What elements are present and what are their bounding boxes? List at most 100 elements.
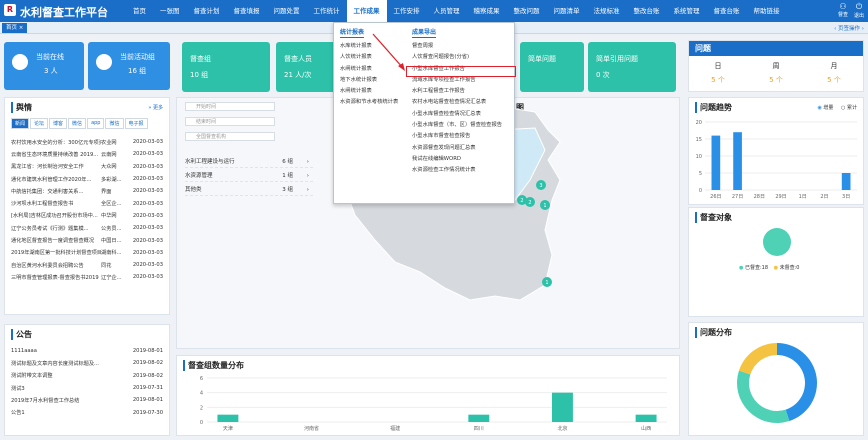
menu-item-col2[interactable]: 人饮督查问题报告(分省) <box>412 52 502 63</box>
flag-icon <box>96 54 112 70</box>
dist-xtick: 四川 <box>474 426 484 432</box>
nav-item-15[interactable]: 督查台账 <box>707 0 747 22</box>
tab-operations[interactable]: ‹ 页签操作 › <box>834 24 864 32</box>
menu-item-col1[interactable]: 人饮统计报表 <box>340 52 398 63</box>
news-item[interactable]: 云南省生态环境质量持续改善 2019... 云南网 2020-03-03 <box>11 148 163 160</box>
menu-item-col1[interactable]: 水闸统计报表 <box>340 86 398 97</box>
notice-title: 公告 <box>11 329 32 340</box>
news-tab[interactable]: 微信 <box>68 118 87 129</box>
news-item[interactable]: 通化市建筑水利管理工作2020年... 多彩湖... 2020-03-03 <box>11 173 163 185</box>
org-select[interactable]: 全国督查机构 <box>185 132 275 141</box>
trend-xtick: 29日 <box>775 194 786 200</box>
trend-legend: ◉ 增量 ○ 累计 <box>817 105 857 111</box>
results-dropdown-menu: 统计报表 水库统计报表 人饮统计报表 水闸统计报表 地下水统计报表 水闸统计报表 水资源和… <box>333 22 515 204</box>
nav-item-9[interactable]: 稽察成果 <box>467 0 507 22</box>
nav-item-11[interactable]: 问题清单 <box>547 0 587 22</box>
category-item[interactable]: 其他类 3 组 › <box>185 184 313 196</box>
nav-item-14[interactable]: 系统管理 <box>667 0 707 22</box>
nav-item-0[interactable]: 首页 <box>126 0 153 22</box>
nav-item-6[interactable]: 工作成果 <box>346 0 387 22</box>
menu-item-col2[interactable]: 我试在线编辑WORD <box>412 154 502 165</box>
dist-xtick: 北京 <box>557 425 567 432</box>
notice-item[interactable]: 公告1 2019-07-30 <box>11 406 163 418</box>
trend-xtick: 1日 <box>799 194 807 200</box>
menu-item-col2[interactable]: 农村水电站督查检查情况汇总表 <box>412 97 502 108</box>
menu-item-col2[interactable]: 小型水库督查检查情况汇总表 <box>412 109 502 120</box>
nav-item-13[interactable]: 整改台账 <box>627 0 667 22</box>
dist-chart-panel: 督查组数量分布 6 4 2 0 天津 河南省 福建 四川 北京 山西 <box>176 355 680 436</box>
menu-item-col2[interactable]: 水利工程督查工作报告 <box>412 86 502 97</box>
news-tab[interactable]: app <box>87 118 105 129</box>
dist-xtick: 天津 <box>223 425 233 432</box>
stat-group: 督查组 10 组 <box>182 42 270 92</box>
notice-item[interactable]: 测试3 2019-07-31 <box>11 382 163 394</box>
active-group-label: 当前活动组 <box>120 53 155 61</box>
news-item[interactable]: 沙河坝水利工程督查报告书 全区企... 2020-03-03 <box>11 197 163 209</box>
menu-item-col1[interactable]: 水闸统计报表 <box>340 64 398 75</box>
dist-chart: 6 4 2 0 天津 河南省 福建 四川 北京 山西 <box>200 376 667 432</box>
notice-item[interactable]: 测试附带文本调整 2019-08-02 <box>11 370 163 382</box>
trend-ytick: 0 <box>699 188 702 194</box>
menu-item-col2[interactable]: 督查周报 <box>412 41 502 52</box>
notice-item[interactable]: 2019年7月水利督查工作总结 2019-08-01 <box>11 394 163 406</box>
news-item[interactable]: 2019年湖南区第一批科技计划督查项目... 湖南科... 2020-03-03 <box>11 247 163 259</box>
menu-item-col1[interactable]: 地下水统计报表 <box>340 75 398 86</box>
menu-item-col2[interactable]: 小型水库市督查检查报告 <box>412 131 502 142</box>
menu-item-col1[interactable]: 水资源和节水考核统计表 <box>340 97 398 108</box>
news-tab[interactable]: 新闻 <box>11 118 30 129</box>
nav-item-12[interactable]: 法规标准 <box>587 0 627 22</box>
news-item[interactable]: 中航信托集团：交通利害关系... 界面 2020-03-03 <box>11 185 163 197</box>
nav-item-4[interactable]: 问题处置 <box>267 0 307 22</box>
news-item[interactable]: 辽宁公务员考试《行测》题集模... 公务员... 2020-03-03 <box>11 222 163 234</box>
news-tab[interactable]: 电子报 <box>124 118 148 129</box>
category-item[interactable]: 水资源管理 1 组 › <box>185 170 313 182</box>
news-tab[interactable]: 论坛 <box>30 118 49 129</box>
trend-xtick: 26日 <box>710 194 721 200</box>
nav-item-5[interactable]: 工作统计 <box>307 0 347 22</box>
problem-period-value: 5 个 <box>827 76 841 84</box>
dist-xtick: 山西 <box>641 425 651 432</box>
problem-period-label: 日 <box>714 62 722 70</box>
targets-panel: 督查对象 ● 已督查:18 ● 未督查:0 <box>688 207 864 317</box>
trend-chart: 20 15 10 5 0 26日 27日 28日 29日 1日 2日 3日 <box>696 120 857 200</box>
tab-home[interactable]: 首页 × <box>2 23 28 33</box>
nav-item-1[interactable]: 一张图 <box>153 0 187 22</box>
notice-item[interactable]: 测试标题及文章内容长度测试标题及... 2019-08-02 <box>11 357 163 369</box>
menu-item-col2[interactable]: 小型水库督查（市、区）督查检查报告 <box>412 120 502 131</box>
end-date-input[interactable]: 结束时间 <box>185 117 275 126</box>
trend-xtick: 27日 <box>732 194 743 200</box>
nav-item-16[interactable]: 帮助链接 <box>747 0 787 22</box>
user-button[interactable]: ⚇ 督查 <box>838 2 848 19</box>
nav-item-8[interactable]: 人员管理 <box>427 0 467 22</box>
dist-bar <box>552 392 573 422</box>
nav-item-3[interactable]: 督查填报 <box>227 0 267 22</box>
notice-item[interactable]: 1111aaaa 2019-08-01 <box>11 345 163 357</box>
news-item[interactable]: 三明市督查管理报表-督查报告书2019 辽宁企... 2020-03-03 <box>11 271 163 283</box>
problem-period-value: 5 个 <box>711 76 725 84</box>
category-item[interactable]: 水利工程建设与运行 6 组 › <box>185 156 313 168</box>
donut-slice <box>777 343 817 422</box>
news-item[interactable]: [水利局]吉林区成功召开股份市场中... 中华网 2020-03-03 <box>11 210 163 222</box>
menu-item-col1[interactable]: 水库统计报表 <box>340 41 398 52</box>
online-value: 3 人 <box>44 67 58 75</box>
online-card: 当前在线 3 人 <box>4 42 84 90</box>
news-item[interactable]: 黑龙江省：河长制治河安全工作 大众网 2020-03-03 <box>11 161 163 173</box>
start-date-input[interactable]: 开始时间 <box>185 102 275 111</box>
dist-ytick: 6 <box>200 376 203 382</box>
news-title: 舆情 <box>11 102 32 113</box>
nav-item-10[interactable]: 整改问题 <box>507 0 547 22</box>
logout-button[interactable]: ⏻ 退出 <box>854 2 864 19</box>
news-item[interactable]: 通化地区督查报告一度调查督查概况 中国日... 2020-03-03 <box>11 234 163 246</box>
news-item[interactable]: 农村饮用水安全的分析：300亿元专项资金...农业网2020-03-03 <box>11 136 163 148</box>
news-tab[interactable]: 博客 <box>49 118 68 129</box>
nav-item-7[interactable]: 工作安排 <box>387 0 427 22</box>
nav-item-2[interactable]: 督查计划 <box>187 0 227 22</box>
news-tab[interactable]: 微信 <box>105 118 124 129</box>
news-more-link[interactable]: » 更多 <box>148 104 163 111</box>
top-bar: R 水利督查工作平台 首页 一张图 督查计划 督查填报 问题处置 工作统计 工作成果 工作安排… <box>0 0 868 22</box>
news-list: 农村饮用水安全的分析：300亿元专项资金...农业网2020-03-03云南省生… <box>11 136 163 284</box>
problems-title: 问题 <box>689 41 863 56</box>
news-item[interactable]: 自治区黄河水利委员会招聘公告 同花 2020-03-03 <box>11 259 163 271</box>
menu-item-col2[interactable]: 水资源检查工作情况统计表 <box>412 165 502 176</box>
menu-item-col2[interactable]: 水资源督查发现问题汇总表 <box>412 143 502 154</box>
